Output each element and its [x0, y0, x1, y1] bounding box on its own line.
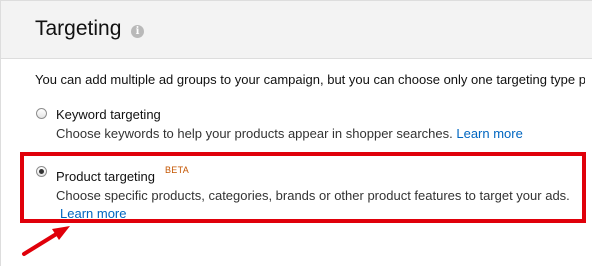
red-arrow-icon: [22, 226, 70, 256]
